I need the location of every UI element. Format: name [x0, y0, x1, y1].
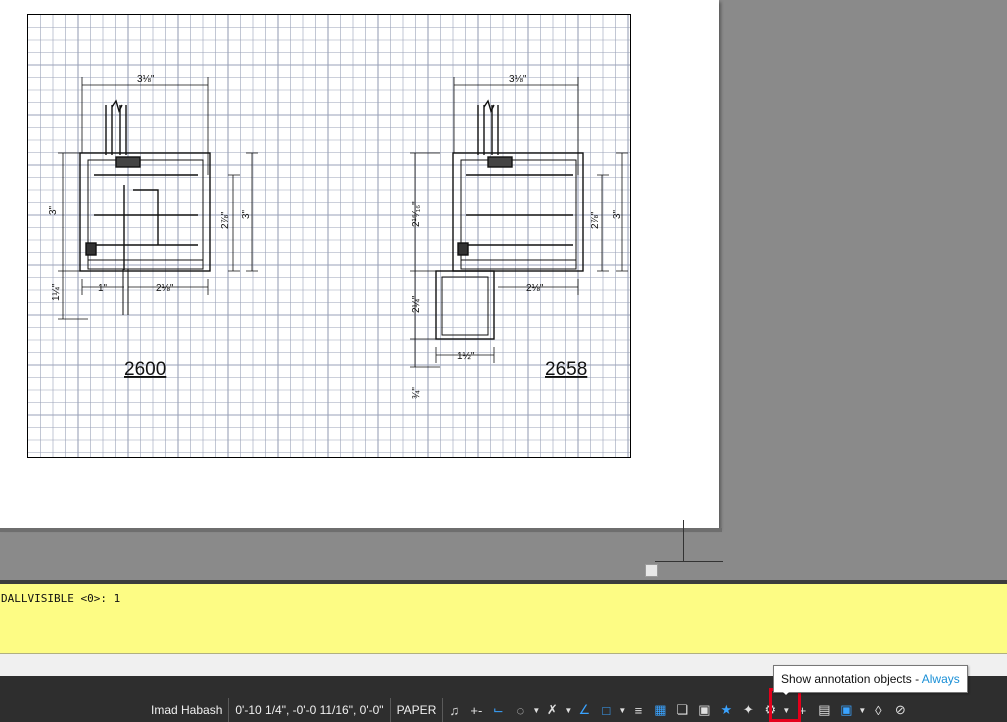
dim-2600-right: 3"	[241, 209, 252, 219]
window-detail-2658	[435, 99, 584, 340]
tooltip-arrow	[782, 691, 790, 695]
transparency-icon[interactable]: ▦	[649, 698, 671, 722]
dim-2600-bottom-a: 1"	[98, 283, 108, 294]
dim-2600-bottom-left: 1¼"	[50, 283, 62, 301]
drawing-viewport[interactable]: 3⅛" 3" 2⅞" 3" 1¼" 1" 2⅛" 3⅛" 2¹⁵⁄₁₆" 2⅞"…	[27, 14, 631, 458]
workspace-dropdown-icon[interactable]: ▼	[617, 698, 627, 722]
clean-screen-icon[interactable]: ⊘	[889, 698, 911, 722]
lock-icon[interactable]: ▣	[835, 698, 857, 722]
dim-2600-inner: 2⅞"	[220, 211, 231, 229]
lock-dropdown-icon[interactable]: ▼	[857, 698, 867, 722]
dim-2658-sub: 1½"	[457, 351, 475, 362]
tooltip-value: Always	[921, 672, 960, 686]
isolate-icon[interactable]: ◊	[867, 698, 889, 722]
auto-scale-icon[interactable]: ✦	[737, 698, 759, 722]
dim-2658-left: 2¹⁵⁄₁₆"	[411, 201, 422, 227]
crosshair-vertical	[683, 520, 684, 562]
dim-2658-top: 3⅛"	[509, 74, 527, 85]
dim-2658-low: ¾"	[411, 387, 422, 399]
show-annotation-objects-icon[interactable]: ★	[715, 698, 737, 722]
ortho-icon[interactable]: ♫	[443, 698, 465, 722]
dim-2600-top: 3⅛"	[137, 74, 155, 85]
dim-2600-bottom-b: 2⅛"	[156, 283, 174, 294]
sheet-shadow	[0, 528, 722, 532]
quick-props-icon[interactable]: ▤	[813, 698, 835, 722]
ucs-icon[interactable]: ⌙	[487, 698, 509, 722]
selection-cycle-icon[interactable]: ❏	[671, 698, 693, 722]
dim-2658-bottom: 2⅛"	[526, 283, 544, 294]
dim-2658-right: 3"	[612, 209, 623, 219]
annotation-monitor-icon[interactable]: ▣	[693, 698, 715, 722]
polar-dropdown-icon[interactable]: ▼	[531, 698, 541, 722]
osnap-icon[interactable]: ✗	[541, 698, 563, 722]
command-text: DALLVISIBLE <0>: 1	[1, 592, 121, 605]
horizontal-scrollbar[interactable]	[0, 562, 1007, 580]
snap-icon[interactable]: +‑	[465, 698, 487, 722]
polar-icon[interactable]: ◌	[509, 698, 531, 722]
user-name: Imad Habash	[145, 698, 230, 722]
lineweight-icon[interactable]: ≡	[627, 698, 649, 722]
annotation-tooltip: Show annotation objects - Always	[773, 665, 968, 693]
drawing-canvas: 3⅛" 3" 2⅞" 3" 1¼" 1" 2⅛" 3⅛" 2¹⁵⁄₁₆" 2⅞"…	[28, 15, 630, 457]
paper-space-toggle[interactable]: PAPER	[391, 698, 444, 722]
dim-2658-mid-left: 2¼"	[410, 295, 422, 313]
grid-lines	[28, 15, 630, 457]
tooltip-label: Show annotation objects -	[781, 672, 922, 686]
dim-2658-inner: 2⅞"	[590, 211, 601, 229]
command-line-history[interactable]: DALLVISIBLE <0>: 1	[0, 584, 1007, 654]
detail-label-2658: 2658	[545, 359, 587, 380]
coordinates-readout[interactable]: 0'-10 1/4", -0'-0 11/16", 0'-0"	[229, 698, 391, 722]
osnap-dropdown-icon[interactable]: ▼	[563, 698, 573, 722]
dynamic-ucs-icon[interactable]: ∠	[573, 698, 595, 722]
detail-label-2600: 2600	[124, 359, 166, 380]
scrollbar-thumb[interactable]	[645, 564, 658, 577]
workspace-icon[interactable]: □	[595, 698, 617, 722]
dim-2600-left: 3"	[48, 205, 59, 215]
